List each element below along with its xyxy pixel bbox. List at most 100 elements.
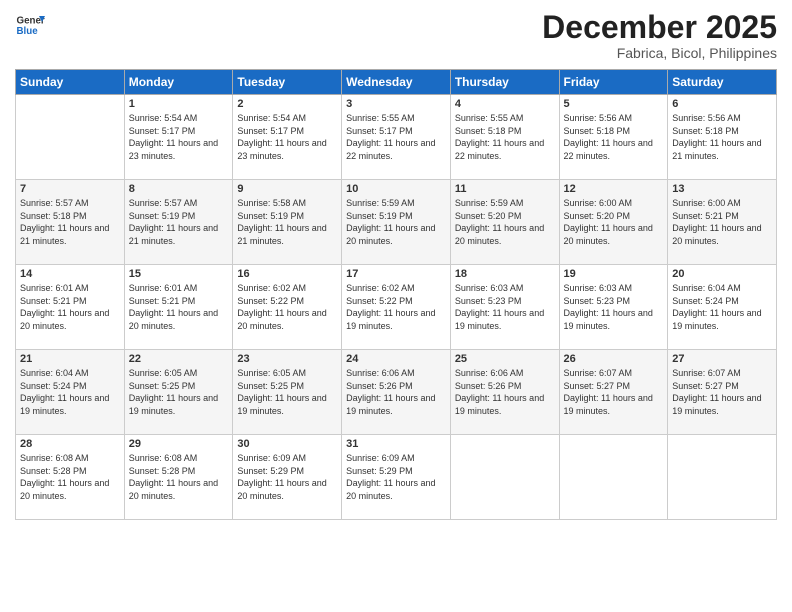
day-cell [668,435,777,520]
subtitle: Fabrica, Bicol, Philippines [542,45,777,61]
day-cell: 13 Sunrise: 6:00 AMSunset: 5:21 PMDaylig… [668,180,777,265]
day-info: Sunrise: 6:00 AMSunset: 5:20 PMDaylight:… [564,197,664,247]
day-info: Sunrise: 6:02 AMSunset: 5:22 PMDaylight:… [346,282,446,332]
day-info: Sunrise: 5:59 AMSunset: 5:19 PMDaylight:… [346,197,446,247]
day-cell: 28 Sunrise: 6:08 AMSunset: 5:28 PMDaylig… [16,435,125,520]
day-cell: 4 Sunrise: 5:55 AMSunset: 5:18 PMDayligh… [450,95,559,180]
day-number: 15 [129,268,229,280]
day-number: 24 [346,353,446,365]
day-number: 25 [455,353,555,365]
day-cell: 1 Sunrise: 5:54 AMSunset: 5:17 PMDayligh… [124,95,233,180]
day-cell: 22 Sunrise: 6:05 AMSunset: 5:25 PMDaylig… [124,350,233,435]
day-number: 5 [564,98,664,110]
calendar-table: Sunday Monday Tuesday Wednesday Thursday… [15,69,777,520]
day-number: 1 [129,98,229,110]
day-info: Sunrise: 6:00 AMSunset: 5:21 PMDaylight:… [672,197,772,247]
logo-icon: General Blue [15,10,45,40]
day-info: Sunrise: 6:02 AMSunset: 5:22 PMDaylight:… [237,282,337,332]
day-info: Sunrise: 6:05 AMSunset: 5:25 PMDaylight:… [237,367,337,417]
day-number: 27 [672,353,772,365]
day-info: Sunrise: 6:01 AMSunset: 5:21 PMDaylight:… [129,282,229,332]
day-number: 22 [129,353,229,365]
day-number: 26 [564,353,664,365]
day-info: Sunrise: 6:07 AMSunset: 5:27 PMDaylight:… [672,367,772,417]
day-number: 18 [455,268,555,280]
day-info: Sunrise: 6:04 AMSunset: 5:24 PMDaylight:… [672,282,772,332]
day-info: Sunrise: 5:55 AMSunset: 5:17 PMDaylight:… [346,112,446,162]
week-row-3: 14 Sunrise: 6:01 AMSunset: 5:21 PMDaylig… [16,265,777,350]
day-number: 23 [237,353,337,365]
day-info: Sunrise: 5:57 AMSunset: 5:18 PMDaylight:… [20,197,120,247]
day-number: 9 [237,183,337,195]
day-info: Sunrise: 6:06 AMSunset: 5:26 PMDaylight:… [455,367,555,417]
day-cell: 24 Sunrise: 6:06 AMSunset: 5:26 PMDaylig… [342,350,451,435]
day-cell: 23 Sunrise: 6:05 AMSunset: 5:25 PMDaylig… [233,350,342,435]
day-cell [559,435,668,520]
day-number: 19 [564,268,664,280]
day-cell: 15 Sunrise: 6:01 AMSunset: 5:21 PMDaylig… [124,265,233,350]
day-info: Sunrise: 5:56 AMSunset: 5:18 PMDaylight:… [672,112,772,162]
day-info: Sunrise: 6:04 AMSunset: 5:24 PMDaylight:… [20,367,120,417]
day-cell: 27 Sunrise: 6:07 AMSunset: 5:27 PMDaylig… [668,350,777,435]
day-info: Sunrise: 6:01 AMSunset: 5:21 PMDaylight:… [20,282,120,332]
day-number: 7 [20,183,120,195]
day-cell: 12 Sunrise: 6:00 AMSunset: 5:20 PMDaylig… [559,180,668,265]
day-cell: 3 Sunrise: 5:55 AMSunset: 5:17 PMDayligh… [342,95,451,180]
page: General Blue December 2025 Fabrica, Bico… [0,0,792,612]
day-number: 20 [672,268,772,280]
day-cell: 2 Sunrise: 5:54 AMSunset: 5:17 PMDayligh… [233,95,342,180]
day-number: 29 [129,438,229,450]
day-info: Sunrise: 6:09 AMSunset: 5:29 PMDaylight:… [346,452,446,502]
svg-text:Blue: Blue [17,26,39,37]
day-info: Sunrise: 5:56 AMSunset: 5:18 PMDaylight:… [564,112,664,162]
day-cell: 5 Sunrise: 5:56 AMSunset: 5:18 PMDayligh… [559,95,668,180]
day-cell: 7 Sunrise: 5:57 AMSunset: 5:18 PMDayligh… [16,180,125,265]
day-number: 10 [346,183,446,195]
week-row-2: 7 Sunrise: 5:57 AMSunset: 5:18 PMDayligh… [16,180,777,265]
day-info: Sunrise: 5:54 AMSunset: 5:17 PMDaylight:… [237,112,337,162]
day-cell: 17 Sunrise: 6:02 AMSunset: 5:22 PMDaylig… [342,265,451,350]
day-info: Sunrise: 6:08 AMSunset: 5:28 PMDaylight:… [129,452,229,502]
day-number: 16 [237,268,337,280]
day-info: Sunrise: 5:55 AMSunset: 5:18 PMDaylight:… [455,112,555,162]
day-cell: 8 Sunrise: 5:57 AMSunset: 5:19 PMDayligh… [124,180,233,265]
day-number: 3 [346,98,446,110]
day-info: Sunrise: 5:57 AMSunset: 5:19 PMDaylight:… [129,197,229,247]
day-info: Sunrise: 6:09 AMSunset: 5:29 PMDaylight:… [237,452,337,502]
logo: General Blue [15,10,45,40]
col-monday: Monday [124,70,233,95]
col-tuesday: Tuesday [233,70,342,95]
day-info: Sunrise: 6:03 AMSunset: 5:23 PMDaylight:… [455,282,555,332]
day-info: Sunrise: 6:08 AMSunset: 5:28 PMDaylight:… [20,452,120,502]
header-row: Sunday Monday Tuesday Wednesday Thursday… [16,70,777,95]
day-cell [16,95,125,180]
day-cell: 26 Sunrise: 6:07 AMSunset: 5:27 PMDaylig… [559,350,668,435]
day-cell: 11 Sunrise: 5:59 AMSunset: 5:20 PMDaylig… [450,180,559,265]
week-row-4: 21 Sunrise: 6:04 AMSunset: 5:24 PMDaylig… [16,350,777,435]
day-number: 28 [20,438,120,450]
day-info: Sunrise: 6:03 AMSunset: 5:23 PMDaylight:… [564,282,664,332]
day-number: 30 [237,438,337,450]
day-cell: 31 Sunrise: 6:09 AMSunset: 5:29 PMDaylig… [342,435,451,520]
day-info: Sunrise: 5:59 AMSunset: 5:20 PMDaylight:… [455,197,555,247]
day-number: 21 [20,353,120,365]
day-info: Sunrise: 5:54 AMSunset: 5:17 PMDaylight:… [129,112,229,162]
day-number: 2 [237,98,337,110]
day-number: 8 [129,183,229,195]
day-cell: 16 Sunrise: 6:02 AMSunset: 5:22 PMDaylig… [233,265,342,350]
day-cell: 14 Sunrise: 6:01 AMSunset: 5:21 PMDaylig… [16,265,125,350]
day-cell: 19 Sunrise: 6:03 AMSunset: 5:23 PMDaylig… [559,265,668,350]
title-block: December 2025 Fabrica, Bicol, Philippine… [542,10,777,61]
col-sunday: Sunday [16,70,125,95]
day-cell [450,435,559,520]
col-saturday: Saturday [668,70,777,95]
day-number: 13 [672,183,772,195]
day-number: 11 [455,183,555,195]
day-number: 6 [672,98,772,110]
day-info: Sunrise: 6:07 AMSunset: 5:27 PMDaylight:… [564,367,664,417]
day-info: Sunrise: 6:06 AMSunset: 5:26 PMDaylight:… [346,367,446,417]
day-info: Sunrise: 5:58 AMSunset: 5:19 PMDaylight:… [237,197,337,247]
col-wednesday: Wednesday [342,70,451,95]
day-number: 4 [455,98,555,110]
day-number: 12 [564,183,664,195]
